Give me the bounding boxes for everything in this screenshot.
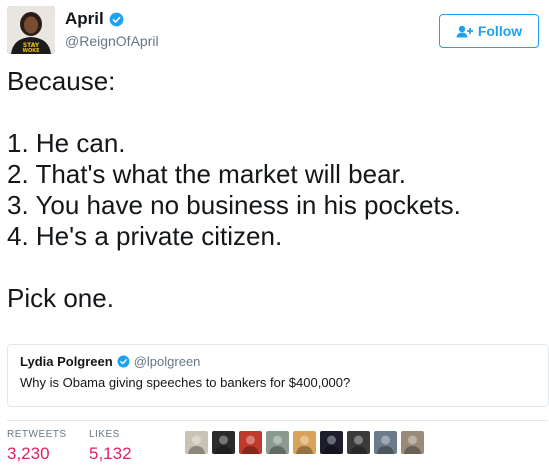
quoted-verified-badge-icon <box>117 355 130 368</box>
likes-label: LIKES <box>89 429 120 440</box>
liker-avatar[interactable] <box>266 431 289 454</box>
liker-avatar[interactable] <box>401 431 424 454</box>
liker-avatar[interactable] <box>347 431 370 454</box>
retweets-label: RETWEETS <box>7 429 67 440</box>
likes-stat[interactable]: LIKES 5,132 <box>89 429 132 464</box>
follow-label: Follow <box>477 23 523 39</box>
quoted-author-name: Lydia Polgreen <box>20 354 113 369</box>
liker-avatars <box>185 431 424 454</box>
svg-text:WOKE: WOKE <box>22 48 40 54</box>
quoted-author-handle: @lpolgreen <box>133 354 201 369</box>
likes-count: 5,132 <box>89 444 132 463</box>
follow-person-icon <box>456 25 473 38</box>
tweet-stats: RETWEETS 3,230 LIKES 5,132 <box>7 420 547 470</box>
tweet-text: Because: 1. He can. 2. That's what the m… <box>7 66 461 313</box>
verified-badge-icon <box>109 12 124 27</box>
quoted-tweet-text: Why is Obama giving speeches to bankers … <box>20 375 351 390</box>
liker-avatar[interactable] <box>212 431 235 454</box>
retweets-count: 3,230 <box>7 444 50 463</box>
author-info: April @ReignOfApril <box>65 8 159 49</box>
quoted-tweet[interactable]: Lydia Polgreen @lpolgreen Why is Obama g… <box>7 344 549 407</box>
liker-avatar[interactable] <box>239 431 262 454</box>
follow-button[interactable]: Follow <box>439 14 539 48</box>
author-name[interactable]: April <box>65 9 104 29</box>
tweet-header: STAY WOKE April @ReignOfApril Follow <box>7 6 545 56</box>
liker-avatar[interactable] <box>185 431 208 454</box>
author-avatar[interactable]: STAY WOKE <box>7 6 55 54</box>
liker-avatar[interactable] <box>374 431 397 454</box>
liker-avatar[interactable] <box>293 431 316 454</box>
author-handle[interactable]: @ReignOfApril <box>65 33 159 49</box>
liker-avatar[interactable] <box>320 431 343 454</box>
retweets-stat[interactable]: RETWEETS 3,230 <box>7 429 67 464</box>
